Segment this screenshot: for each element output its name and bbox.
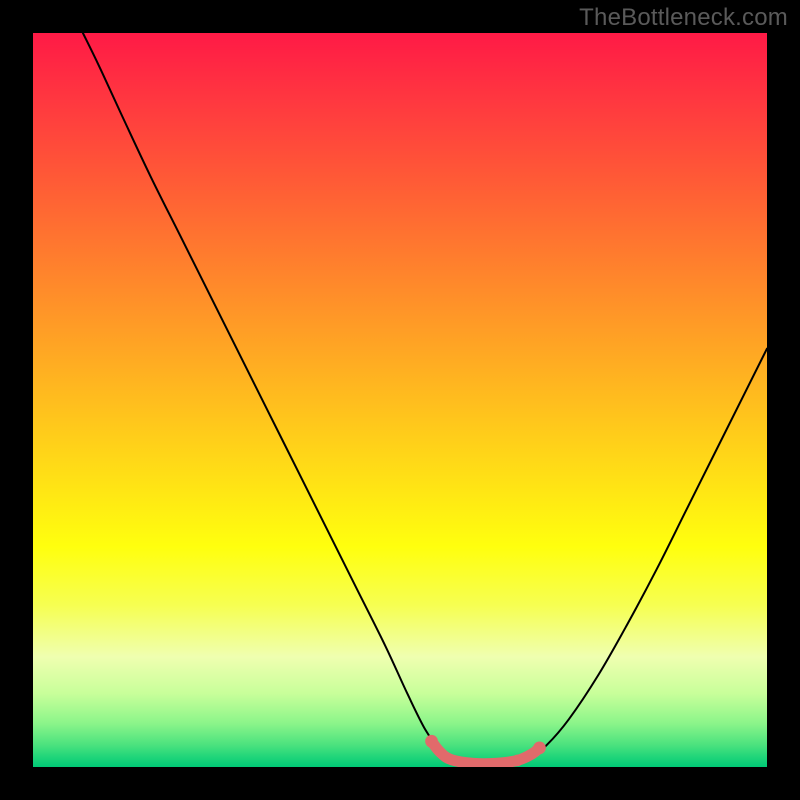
watermark-text: TheBottleneck.com	[579, 4, 788, 32]
highlight-end-dot	[425, 735, 438, 748]
chart-frame: TheBottleneck.com	[0, 0, 800, 800]
plot-area	[33, 33, 767, 767]
highlight-mid-dot	[512, 755, 523, 766]
highlight-end-dot	[533, 742, 546, 755]
chart-svg	[33, 33, 767, 767]
gradient-background	[33, 33, 767, 767]
